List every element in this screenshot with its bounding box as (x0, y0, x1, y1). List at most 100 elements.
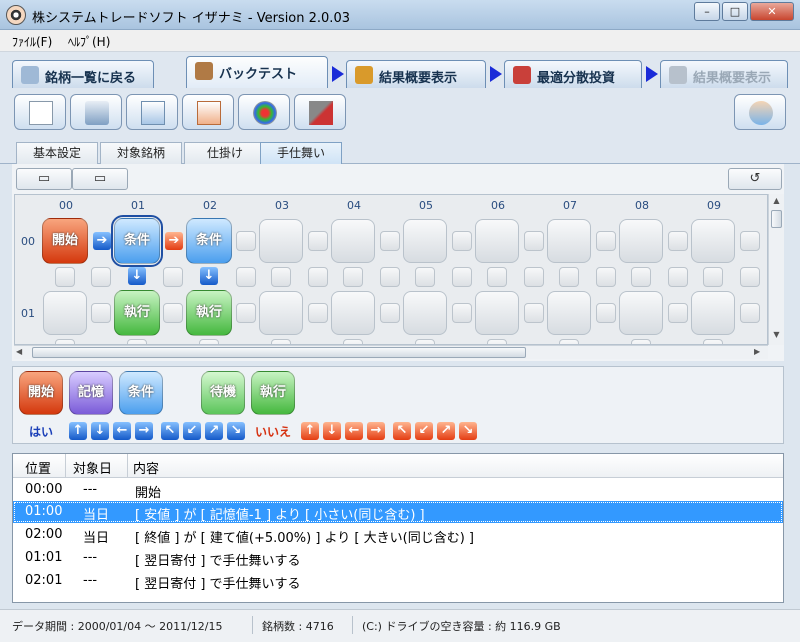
grid-connector[interactable] (271, 267, 291, 287)
grid-cell[interactable] (547, 291, 591, 335)
scroll-right-icon[interactable]: ▶ (754, 347, 766, 358)
node-execute-01[interactable]: 執行 (114, 290, 160, 336)
tab-basic-settings[interactable]: 基本設定 (16, 142, 98, 164)
grid-cell[interactable] (331, 291, 375, 335)
no-arrow-left-icon[interactable]: ← (345, 422, 363, 440)
grid-connector[interactable] (236, 303, 256, 323)
grid-connector[interactable] (415, 267, 435, 287)
tab-target-stocks[interactable]: 対象銘柄 (100, 142, 182, 164)
grid-connector[interactable] (668, 231, 688, 251)
yes-arrow-down-icon[interactable]: ↓ (91, 422, 109, 440)
palette-wait[interactable]: 待機 (201, 371, 245, 415)
grid-cell[interactable] (619, 219, 663, 263)
table-row[interactable]: 02:00 当日 [ 終値 ] が [ 建て値(+5.00%) ] より [ 大… (13, 524, 783, 546)
move-down-button[interactable]: ▭ (72, 168, 128, 190)
palette-condition[interactable]: 条件 (119, 371, 163, 415)
grid-connector[interactable] (452, 303, 472, 323)
table-row[interactable]: 02:01 --- [ 翌日寄付 ] で手仕舞いする (13, 570, 783, 592)
tab-result-summary[interactable]: 結果概要表示 (346, 60, 486, 88)
yes-arrow-right-icon[interactable]: → (135, 422, 153, 440)
tab-exit[interactable]: 手仕舞い (260, 142, 342, 164)
move-up-button[interactable]: ▭ (16, 168, 72, 190)
arrow-right-icon[interactable]: ➔ (165, 232, 183, 250)
no-arrow-up-right-icon[interactable]: ↗ (437, 422, 455, 440)
grid-connector[interactable] (236, 267, 256, 287)
scroll-down-icon[interactable]: ▼ (771, 330, 782, 342)
arrow-down-icon[interactable]: ↓ (200, 267, 218, 285)
yes-arrow-up-left-icon[interactable]: ↖ (161, 422, 179, 440)
grid-connector[interactable] (55, 267, 75, 287)
grid-connector[interactable] (524, 267, 544, 287)
grid-connector[interactable] (308, 303, 328, 323)
column-target-day[interactable]: 対象日 (73, 458, 112, 477)
import-button[interactable] (182, 94, 234, 130)
grid-connector[interactable] (308, 231, 328, 251)
menu-help[interactable]: ﾍﾙﾌﾟ(H) (68, 33, 110, 50)
minimize-button[interactable]: – (694, 2, 720, 21)
new-button[interactable] (14, 94, 66, 130)
grid-connector[interactable] (163, 267, 183, 287)
grid-connector[interactable] (631, 267, 651, 287)
yes-arrow-down-right-icon[interactable]: ↘ (227, 422, 245, 440)
tab-optimal-portfolio[interactable]: 最適分散投資 (504, 60, 642, 88)
grid-cell[interactable] (331, 219, 375, 263)
menu-file[interactable]: ﾌｧｲﾙ(F) (12, 33, 52, 50)
node-start[interactable]: 開始 (42, 218, 88, 264)
grid-connector[interactable] (380, 303, 400, 323)
save-button[interactable] (70, 94, 122, 130)
grid-connector[interactable] (380, 231, 400, 251)
grid-connector[interactable] (740, 303, 760, 323)
scrollbar-thumb[interactable] (32, 347, 526, 358)
yes-arrow-left-icon[interactable]: ← (113, 422, 131, 440)
node-condition-02[interactable]: 条件 (186, 218, 232, 264)
column-content[interactable]: 内容 (133, 458, 159, 477)
rule-list[interactable]: 位置 対象日 内容 00:00 --- 開始 01:00 当日 [ 安値 ] が… (12, 453, 784, 603)
yes-arrow-down-left-icon[interactable]: ↙ (183, 422, 201, 440)
arrow-right-icon[interactable]: ➔ (93, 232, 111, 250)
grid-connector[interactable] (596, 231, 616, 251)
run-button[interactable] (734, 94, 786, 130)
grid-connector[interactable] (343, 267, 363, 287)
flow-grid[interactable]: 00 01 02 03 04 05 06 07 08 09 00 01 開始 ➔… (14, 194, 768, 345)
grid-connector[interactable] (91, 303, 111, 323)
grid-connector[interactable] (559, 267, 579, 287)
grid-connector[interactable] (91, 267, 111, 287)
scroll-up-icon[interactable]: ▲ (771, 196, 782, 208)
grid-connector[interactable] (596, 267, 616, 287)
no-arrow-down-right-icon[interactable]: ↘ (459, 422, 477, 440)
table-row-selected[interactable]: 01:00 当日 [ 安値 ] が [ 記憶値-1 ] より [ 小さい(同じ含… (13, 501, 783, 523)
grid-cell[interactable] (259, 291, 303, 335)
grid-connector[interactable] (308, 267, 328, 287)
palette-execute[interactable]: 執行 (251, 371, 295, 415)
grid-connector[interactable] (236, 231, 256, 251)
undo-button[interactable]: ↺ (728, 168, 782, 190)
tab-entry[interactable]: 仕掛け (184, 142, 266, 164)
grid-connector[interactable] (740, 231, 760, 251)
scrollbar-thumb[interactable] (771, 210, 782, 228)
no-arrow-down-left-icon[interactable]: ↙ (415, 422, 433, 440)
grid-connector[interactable] (163, 303, 183, 323)
grid-cell[interactable] (619, 291, 663, 335)
table-row[interactable]: 01:01 --- [ 翌日寄付 ] で手仕舞いする (13, 547, 783, 569)
tab-back-to-list[interactable]: 銘柄一覧に戻る (12, 60, 154, 88)
export-button[interactable] (126, 94, 178, 130)
yes-arrow-up-icon[interactable]: ↑ (69, 422, 87, 440)
scroll-left-icon[interactable]: ◀ (16, 347, 28, 358)
grid-cell[interactable] (547, 219, 591, 263)
grid-connector[interactable] (452, 231, 472, 251)
column-position[interactable]: 位置 (25, 458, 51, 477)
grid-connector[interactable] (380, 267, 400, 287)
grid-cell[interactable] (403, 219, 447, 263)
no-arrow-down-icon[interactable]: ↓ (323, 422, 341, 440)
grid-connector[interactable] (668, 303, 688, 323)
table-row[interactable]: 00:00 --- 開始 (13, 479, 783, 501)
maximize-button[interactable]: □ (722, 2, 748, 21)
color-button[interactable] (238, 94, 290, 130)
arrow-down-icon[interactable]: ↓ (128, 267, 146, 285)
grid-connector[interactable] (487, 267, 507, 287)
grid-cell[interactable] (403, 291, 447, 335)
grid-cell[interactable] (259, 219, 303, 263)
tab-result-summary-2[interactable]: 結果概要表示 (660, 60, 788, 88)
grid-cell[interactable] (475, 291, 519, 335)
tab-backtest[interactable]: バックテスト (186, 56, 328, 88)
